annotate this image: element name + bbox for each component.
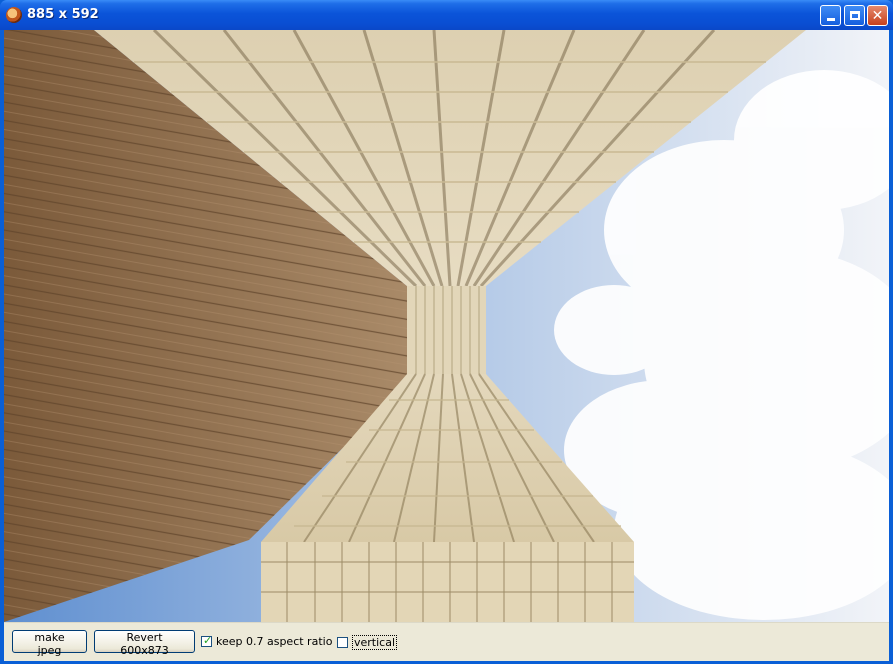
maximize-button[interactable] [844, 5, 865, 26]
vertical-checkbox[interactable]: vertical [337, 635, 398, 650]
close-button[interactable]: ✕ [867, 5, 888, 26]
client-area: make jpeg Revert 600x873 ✓ keep 0.7 aspe… [4, 30, 889, 661]
app-icon [6, 7, 22, 23]
close-icon: ✕ [871, 7, 884, 24]
maximize-icon [849, 11, 860, 20]
keep-aspect-label: keep 0.7 aspect ratio [216, 635, 333, 648]
vertical-label: vertical [352, 635, 398, 650]
revert-button[interactable]: Revert 600x873 [94, 630, 195, 657]
checkmark-icon: ✓ [203, 634, 213, 647]
app-window: 885 x 592 ✕ make jpeg Revert 600x873 ✓ k… [0, 0, 893, 664]
keep-aspect-checkbox[interactable]: ✓ keep 0.7 aspect ratio [201, 634, 333, 648]
bottom-toolbar: make jpeg Revert 600x873 ✓ keep 0.7 aspe… [4, 622, 889, 661]
brick-front-face [261, 542, 634, 622]
minimize-icon [826, 18, 835, 21]
make-jpeg-button[interactable]: make jpeg [12, 630, 87, 657]
3d-scene [4, 30, 889, 622]
vertical-checkbox-box[interactable] [337, 637, 348, 648]
keep-aspect-checkbox-box[interactable]: ✓ [201, 634, 213, 647]
window-title: 885 x 592 [27, 7, 99, 22]
title-bar[interactable]: 885 x 592 ✕ [0, 0, 893, 30]
far-wall [407, 286, 486, 374]
render-viewport[interactable] [4, 30, 889, 622]
minimize-button[interactable] [820, 5, 841, 26]
